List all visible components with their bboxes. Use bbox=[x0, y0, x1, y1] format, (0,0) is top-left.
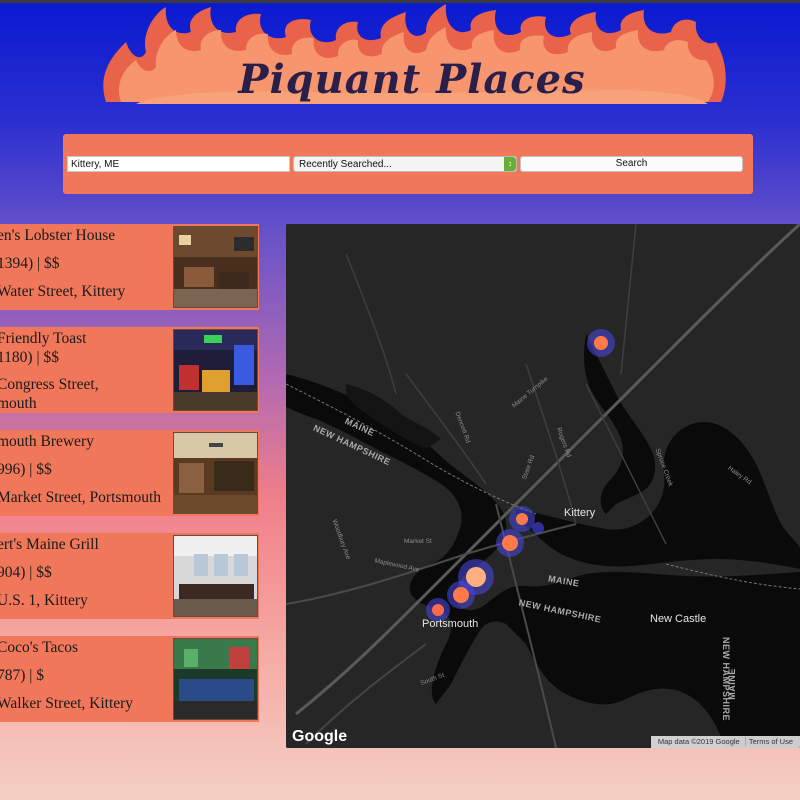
result-card[interactable]: ert's Maine Grill 904) | $$ U.S. 1, Kitt… bbox=[0, 533, 259, 619]
result-card[interactable]: Friendly Toast 1180) | $$ Congress Stree… bbox=[0, 327, 259, 413]
search-panel: Recently Searched... ↕ Search bbox=[63, 134, 753, 194]
result-photo[interactable] bbox=[173, 329, 258, 411]
search-button[interactable]: Search bbox=[520, 156, 743, 172]
result-card[interactable]: Coco's Tacos 787) | $ Walker Street, Kit… bbox=[0, 636, 259, 722]
select-arrows-icon: ↕ bbox=[504, 157, 516, 171]
result-card[interactable]: mouth Brewery 996) | $$ Market Street, P… bbox=[0, 430, 259, 516]
result-photo[interactable] bbox=[173, 638, 258, 720]
google-logo: Google bbox=[292, 728, 348, 745]
terms-of-use-link[interactable]: Terms of Use bbox=[744, 737, 796, 746]
map-label-road: Market St bbox=[404, 538, 432, 545]
map-view[interactable]: Kittery Portsmouth New Castle MAINE NEW … bbox=[286, 224, 800, 748]
recently-searched-select[interactable]: Recently Searched... ↕ bbox=[293, 156, 517, 172]
map-label-kittery: Kittery bbox=[564, 507, 596, 519]
result-photo[interactable] bbox=[173, 535, 258, 617]
recent-select-value: Recently Searched... bbox=[299, 159, 392, 170]
result-photo[interactable] bbox=[173, 226, 258, 308]
page-title: Piquant Places bbox=[238, 56, 586, 103]
location-input[interactable] bbox=[67, 156, 290, 172]
map-attribution: Map data ©2019 Google Terms of Use bbox=[650, 736, 800, 748]
map-label-new-hampshire: NEW HAMPSHIRE bbox=[721, 636, 732, 722]
map-data-credit: Map data ©2019 Google bbox=[657, 737, 740, 746]
result-card[interactable]: en's Lobster House 1394) | $$ Water Stre… bbox=[0, 224, 259, 310]
site-logo: Piquant Places bbox=[96, 2, 728, 112]
result-photo[interactable] bbox=[173, 432, 258, 514]
map-label-new-castle: New Castle bbox=[650, 613, 707, 625]
map-label-portsmouth: Portsmouth bbox=[422, 618, 479, 630]
